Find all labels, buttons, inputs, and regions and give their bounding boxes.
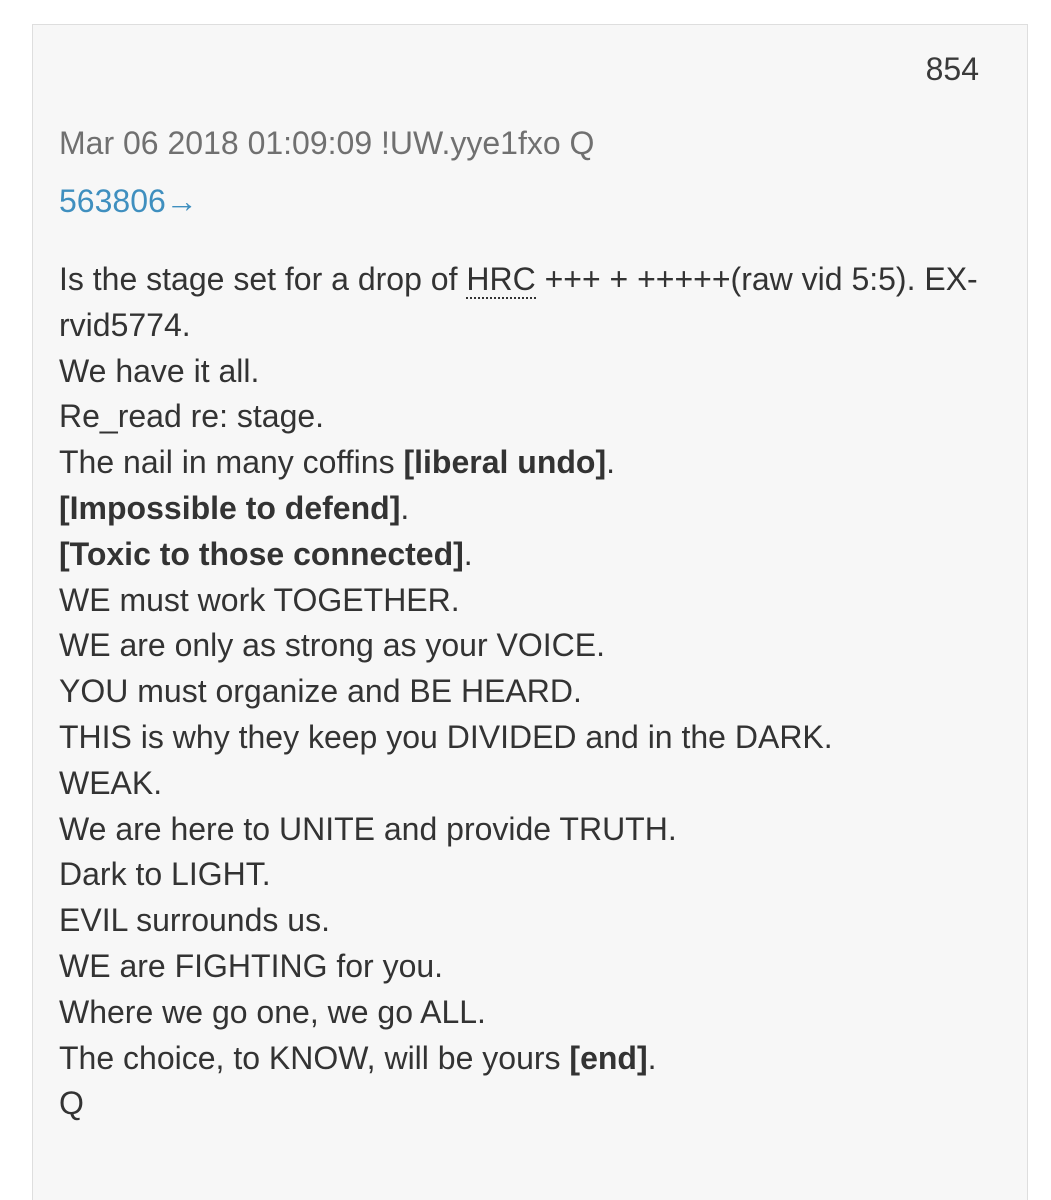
post-line-7: WE must work TOGETHER. (59, 581, 460, 618)
post-line-14: EVIL surrounds us. (59, 902, 330, 939)
post-line-3: Re_read re: stage. (59, 398, 325, 435)
post-meta: Mar 06 2018 01:09:09 !UW.yye1fxo Q (59, 127, 594, 159)
post-line-6: [Toxic to those connected]. (59, 535, 473, 572)
post-line-5: [Impossible to defend]. (59, 489, 410, 526)
hrc-abbreviation[interactable]: HRC (466, 261, 536, 299)
post-line-9: YOU must organize and BE HEARD. (59, 673, 582, 710)
post-line-17: The choice, to KNOW, will be yours [end]… (59, 1039, 657, 1076)
post-line-16: Where we go one, we go ALL. (59, 993, 486, 1030)
reply-link[interactable]: 563806→ (59, 185, 198, 217)
post-card: 854 Mar 06 2018 01:09:09 !UW.yye1fxo Q 5… (32, 24, 1028, 1200)
post-date: Mar 06 2018 01:09:09 (59, 125, 373, 161)
post-line-10: THIS is why they keep you DIVIDED and in… (59, 718, 833, 755)
post-line-11: WEAK. (59, 764, 163, 801)
post-number: 854 (925, 51, 979, 87)
post-line-2: We have it all. (59, 352, 260, 389)
post-line-13: Dark to LIGHT. (59, 856, 271, 893)
post-body: Is the stage set for a drop of HRC +++ +… (59, 257, 989, 1127)
post-line-8: WE are only as strong as your VOICE. (59, 627, 605, 664)
post-author[interactable]: !UW.yye1fxo Q (381, 125, 594, 161)
post-line-12: We are here to UNITE and provide TRUTH. (59, 810, 677, 847)
post-line-1: Is the stage set for a drop of HRC +++ +… (59, 261, 978, 343)
post-line-18: Q (59, 1085, 84, 1122)
post-line-4: The nail in many coffins [liberal undo]. (59, 444, 616, 481)
post-line-15: WE are FIGHTING for you. (59, 947, 444, 984)
